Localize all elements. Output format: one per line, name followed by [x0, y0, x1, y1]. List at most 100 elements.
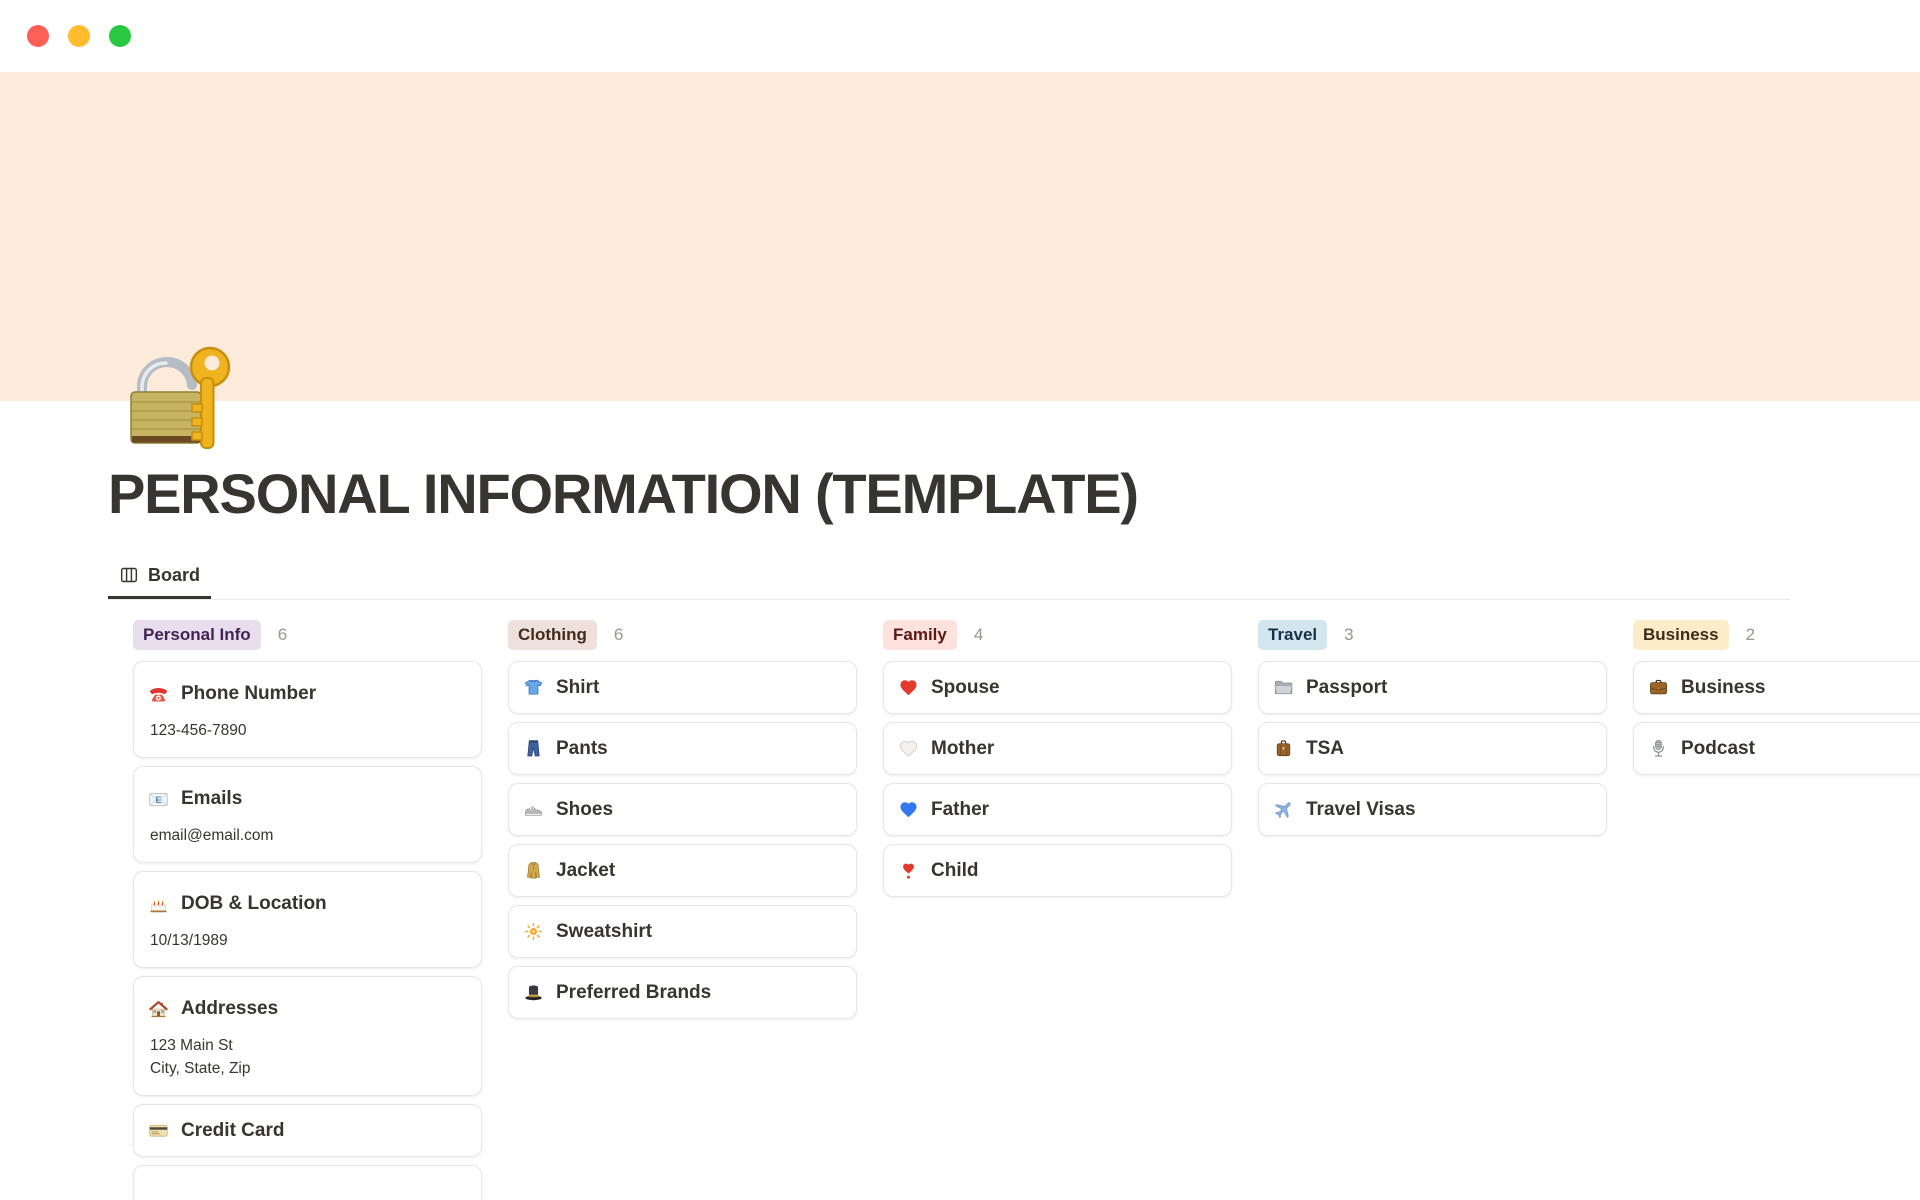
card-child[interactable]: Child: [883, 844, 1232, 897]
notion-window: PERSONAL INFORMATION (TEMPLATE) Board Pe…: [0, 0, 1920, 1200]
card-property: 123 Main St: [150, 1037, 233, 1054]
sun-icon: [523, 921, 544, 942]
card-title: Father: [931, 798, 990, 820]
card-shoes[interactable]: Shoes: [508, 783, 857, 836]
card-dob-location[interactable]: DOB & Location 10/13/1989: [133, 871, 482, 968]
card-title: Spouse: [931, 676, 1000, 698]
card-sweatshirt[interactable]: Sweatshirt: [508, 905, 857, 958]
blue-heart-icon: [898, 799, 919, 820]
window-titlebar: [0, 0, 1920, 72]
card-title: Travel Visas: [1306, 798, 1416, 820]
heart-exclamation-icon: [898, 860, 919, 881]
card-title: Passport: [1306, 676, 1388, 698]
card-spouse[interactable]: Spouse: [883, 661, 1232, 714]
card-father[interactable]: Father: [883, 783, 1232, 836]
card-title: Child: [931, 859, 979, 881]
airplane-icon: [1273, 799, 1294, 820]
column-header: Family 4: [883, 620, 1232, 650]
board-column-family: Family 4 Spouse Mother Father Child: [883, 620, 1232, 897]
card-credit-card[interactable]: Credit Card: [133, 1104, 482, 1157]
column-name-badge[interactable]: Clothing: [508, 620, 597, 650]
top-hat-icon: [523, 982, 544, 1003]
card-title: Addresses: [181, 998, 279, 1019]
card-title: Credit Card: [181, 1119, 285, 1141]
zoom-window-button[interactable]: [109, 25, 131, 47]
card-jacket[interactable]: Jacket: [508, 844, 857, 897]
briefcase-icon: [1648, 677, 1669, 698]
board-column-business: Business 2 Business Podcast: [1633, 620, 1920, 775]
card-phone-number[interactable]: Phone Number 123-456-7890: [133, 661, 482, 758]
column-header: Business 2: [1633, 620, 1920, 650]
column-cards: Business Podcast: [1633, 661, 1920, 775]
email-icon: E: [148, 789, 169, 810]
red-heart-icon: [898, 677, 919, 698]
card-property: email@email.com: [150, 827, 274, 844]
column-cards: Passport TSA Travel Visas: [1258, 661, 1607, 836]
card-title: DOB & Location: [181, 893, 327, 914]
card-podcast[interactable]: Podcast: [1633, 722, 1920, 775]
card-shirt[interactable]: Shirt: [508, 661, 857, 714]
microphone-icon: [1648, 738, 1669, 759]
card-property: 10/13/1989: [150, 932, 228, 949]
column-card-count: 6: [613, 625, 624, 644]
page-cover[interactable]: [0, 72, 1920, 401]
card-travel-visas[interactable]: Travel Visas: [1258, 783, 1607, 836]
board-column-clothing: Clothing 6 Shirt Pants Shoes Jacket Sweatshirt…: [508, 620, 857, 1019]
card-title: Sweatshirt: [556, 920, 653, 942]
column-card-count: 3: [1344, 625, 1354, 644]
column-cards: Phone Number 123-456-7890 E Emails email@ema…: [133, 661, 482, 1200]
card-properties: 10/13/1989: [148, 929, 465, 952]
column-header: Clothing 6: [508, 620, 857, 650]
page-title[interactable]: PERSONAL INFORMATION (TEMPLATE): [108, 462, 1139, 526]
card-title: Emails: [181, 788, 243, 809]
column-header: Personal Info 6: [133, 620, 482, 650]
board-column-personal-info: Personal Info 6 Phone Number 123-456-7890 E E…: [133, 620, 482, 1200]
column-name-badge[interactable]: Family: [883, 620, 957, 650]
card-pants[interactable]: Pants: [508, 722, 857, 775]
card-business[interactable]: Business: [1633, 661, 1920, 714]
svg-text:E: E: [155, 794, 161, 804]
column-name-badge[interactable]: Travel: [1258, 620, 1328, 650]
credit-card-icon: [148, 1120, 169, 1141]
card-title: Mother: [931, 737, 995, 759]
card-mother[interactable]: Mother: [883, 722, 1232, 775]
t-shirt-icon: [523, 677, 544, 698]
card-properties: email@email.com: [148, 824, 465, 847]
coat-icon: [523, 860, 544, 881]
card-title: Phone Number: [181, 683, 317, 704]
column-header: Travel 3: [1258, 620, 1607, 650]
red-telephone-icon: [148, 684, 169, 705]
board-column-travel: Travel 3 Passport TSA Travel Visas: [1258, 620, 1607, 836]
tab-board[interactable]: Board: [108, 554, 212, 599]
card-preferred-brands[interactable]: Preferred Brands: [508, 966, 857, 1019]
column-name-badge[interactable]: Business: [1633, 620, 1729, 650]
card-addresses[interactable]: Addresses 123 Main St City, State, Zip: [133, 976, 482, 1096]
view-tabs: Board: [108, 554, 1790, 600]
lock-with-key-icon[interactable]: [100, 340, 250, 455]
birthday-cake-icon: [148, 894, 169, 915]
tab-label: Board: [148, 564, 201, 585]
column-card-count: 6: [277, 625, 288, 644]
board-view-icon: [119, 565, 139, 585]
card-tsa[interactable]: TSA: [1258, 722, 1607, 775]
minimize-window-button[interactable]: [68, 25, 90, 47]
card-title: Podcast: [1681, 737, 1755, 759]
card-title: Jacket: [556, 859, 616, 881]
column-card-count: 2: [1745, 625, 1756, 644]
jeans-icon: [523, 738, 544, 759]
white-heart-icon: [898, 738, 919, 759]
column-cards: Shirt Pants Shoes Jacket Sweatshirt Preferred…: [508, 661, 857, 1019]
card-properties: 123-456-7890: [148, 719, 465, 742]
running-shoe-icon: [523, 799, 544, 820]
card-passport[interactable]: Passport: [1258, 661, 1607, 714]
card-empty[interactable]: [133, 1165, 482, 1200]
card-title: Business: [1681, 676, 1766, 698]
close-window-button[interactable]: [27, 25, 49, 47]
column-name-badge[interactable]: Personal Info: [133, 620, 261, 650]
card-property: 123-456-7890: [150, 722, 247, 739]
luggage-icon: [1273, 738, 1294, 759]
card-title: Preferred Brands: [556, 981, 712, 1003]
card-emails[interactable]: E Emails email@email.com: [133, 766, 482, 863]
house-icon: [148, 999, 169, 1020]
folder-icon: [1273, 677, 1294, 698]
